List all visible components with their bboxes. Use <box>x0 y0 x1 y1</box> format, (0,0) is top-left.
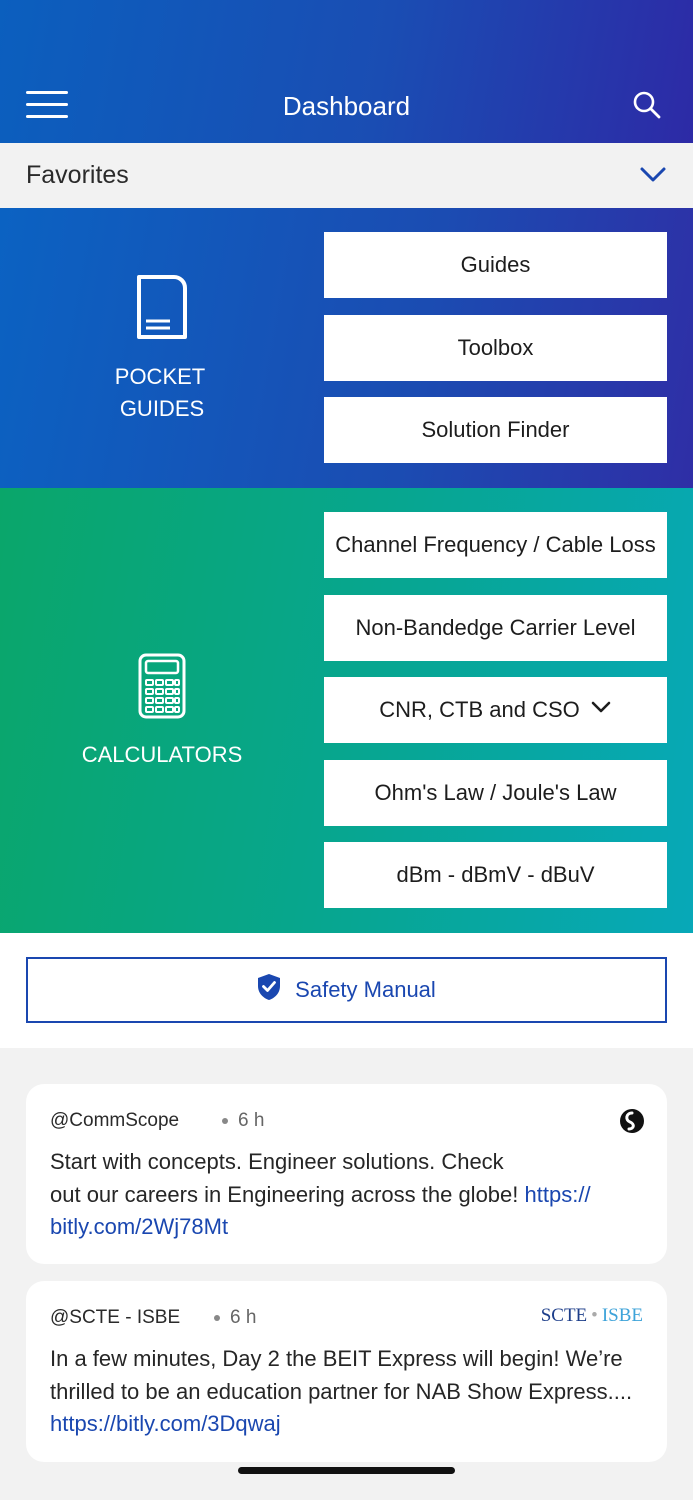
pocket-guides-label-line2: GUIDES <box>119 396 205 421</box>
calculator-icon <box>138 653 186 724</box>
ohms-law-button[interactable]: Ohm's Law / Joule's Law <box>324 760 667 826</box>
chevron-down-icon[interactable] <box>638 160 668 195</box>
document-icon <box>136 274 188 345</box>
feed-time: 6 h <box>222 1110 264 1132</box>
guides-button[interactable]: Guides <box>324 232 667 298</box>
dbm-converter-button[interactable]: dBm - dBmV - dBuV <box>324 842 667 908</box>
home-indicator[interactable] <box>238 1467 455 1474</box>
favorites-bar[interactable]: Favorites <box>0 143 693 208</box>
feed-link[interactable]: https://bitly.com/3Dqwaj <box>50 1408 645 1441</box>
feed-time: 6 h <box>214 1307 256 1329</box>
safety-manual-section: Safety Manual <box>0 933 693 1048</box>
search-icon[interactable] <box>632 90 664 122</box>
feed-handle: @SCTE - ISBE <box>50 1307 181 1328</box>
feed-card[interactable]: @CommScope 6 h Start with concepts. Engi… <box>26 1084 667 1264</box>
feed-link-continued[interactable]: bitly.com/2Wj78Mt <box>50 1211 645 1244</box>
cnr-ctb-cso-button[interactable]: CNR, CTB and CSO <box>324 677 667 743</box>
pocket-guides-label-line1: POCKET <box>114 364 206 389</box>
toolbox-button[interactable]: Toolbox <box>324 315 667 381</box>
pocket-guides-section: POCKET GUIDES Guides Toolbox Solution Fi… <box>0 208 693 488</box>
chevron-down-icon <box>590 696 612 724</box>
calculators-label: CALCULATORS <box>81 742 243 767</box>
safety-manual-label: Safety Manual <box>295 977 436 1002</box>
page-title: Dashboard <box>282 91 411 121</box>
calculators-section: CALCULATORS Channel Frequency / Cable Lo… <box>0 488 693 933</box>
pocket-guides-label: POCKET GUIDES <box>0 361 320 425</box>
feed-link[interactable]: https:// <box>525 1182 591 1207</box>
scte-isbe-logo: SCTE • ISBE <box>540 1305 643 1326</box>
app-header: Dashboard <box>0 0 693 143</box>
shield-check-icon <box>257 973 295 1007</box>
feed-text: In a few minutes, Day 2 the BEIT Express… <box>50 1343 645 1441</box>
feed-text: Start with concepts. Engineer solutions.… <box>50 1146 645 1244</box>
cnr-ctb-cso-label: CNR, CTB and CSO <box>379 697 580 722</box>
solution-finder-button[interactable]: Solution Finder <box>324 397 667 463</box>
safety-manual-button[interactable]: Safety Manual <box>26 957 667 1023</box>
non-bandedge-button[interactable]: Non-Bandedge Carrier Level <box>324 595 667 661</box>
commscope-logo-icon <box>619 1108 645 1139</box>
channel-frequency-button[interactable]: Channel Frequency / Cable Loss <box>324 512 667 578</box>
feed-card[interactable]: @SCTE - ISBE 6 h SCTE • ISBE In a few minu… <box>26 1281 667 1462</box>
feed-handle: @CommScope <box>50 1110 180 1131</box>
favorites-label: Favorites <box>26 161 129 189</box>
